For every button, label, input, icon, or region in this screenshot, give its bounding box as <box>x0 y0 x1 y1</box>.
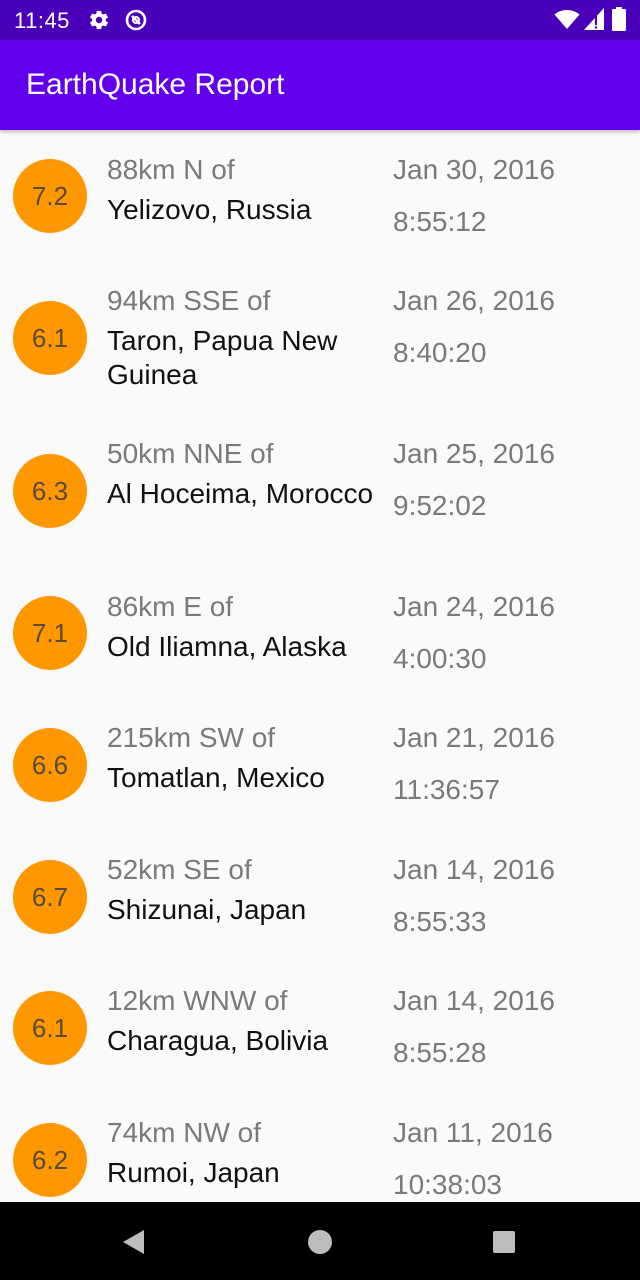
primary-location: Old Iliamna, Alaska <box>107 631 347 662</box>
magnitude-circle: 6.2 <box>13 1123 87 1197</box>
date: Jan 14, 2016 <box>393 854 555 885</box>
status-bar: 11:45 <box>0 0 640 40</box>
time: 9:52:02 <box>393 490 487 521</box>
status-time: 11:45 <box>14 8 70 33</box>
primary-location: Rumoi, Japan <box>107 1157 280 1188</box>
date: Jan 26, 2016 <box>393 285 555 316</box>
location-offset: 52km SE of <box>107 854 252 885</box>
time: 11:36:57 <box>393 774 500 805</box>
primary-location: Charagua, Bolivia <box>107 1025 329 1056</box>
time: 8:40:20 <box>393 337 487 368</box>
gear-icon <box>90 10 108 30</box>
app-bar: EarthQuake Report <box>0 40 640 130</box>
date: Jan 14, 2016 <box>393 985 555 1016</box>
time: 8:55:12 <box>393 206 487 237</box>
magnitude-circle: 6.1 <box>13 991 87 1065</box>
primary-location: Tomatlan, Mexico <box>107 762 325 793</box>
recents-icon[interactable] <box>493 1231 515 1253</box>
back-icon[interactable] <box>120 1228 148 1256</box>
primary-location: Al Hoceima, Morocco <box>107 478 374 509</box>
magnitude-circle: 6.3 <box>13 454 87 528</box>
magnitude-circle: 6.7 <box>13 860 87 934</box>
location-offset: 88km N of <box>107 154 235 185</box>
app-title: EarthQuake Report <box>26 68 285 101</box>
location-offset: 94km SSE of <box>107 285 271 316</box>
date: Jan 30, 2016 <box>393 154 555 185</box>
magnitude-circle: 7.1 <box>13 596 87 670</box>
time: 8:55:28 <box>393 1037 487 1068</box>
location-offset: 215km SW of <box>107 722 276 753</box>
signal-icon <box>584 8 604 30</box>
magnitude-circle: 6.6 <box>13 728 87 802</box>
wifi-icon <box>554 10 580 29</box>
date: Jan 25, 2016 <box>393 438 555 469</box>
location-offset: 12km WNW of <box>107 985 288 1016</box>
earthquake-list[interactable]: 7.2 88km N of Yelizovo, Russia Jan 30, 2… <box>0 130 640 1202</box>
home-icon[interactable] <box>308 1230 332 1254</box>
magnitude-circle: 7.2 <box>13 159 87 233</box>
navigation-bar <box>0 1202 640 1280</box>
battery-icon <box>612 7 626 31</box>
primary-location: Taron, Papua New Guinea <box>107 325 338 390</box>
primary-location: Yelizovo, Russia <box>107 194 312 225</box>
time: 4:00:30 <box>393 643 487 674</box>
location-offset: 86km E of <box>107 591 234 622</box>
location-offset: 74km NW of <box>107 1117 262 1148</box>
primary-location: Shizunai, Japan <box>107 894 307 925</box>
date: Jan 21, 2016 <box>393 722 555 753</box>
time: 10:38:03 <box>393 1169 502 1200</box>
date: Jan 11, 2016 <box>393 1117 553 1148</box>
date: Jan 24, 2016 <box>393 591 555 622</box>
location-offset: 50km NNE of <box>107 438 274 469</box>
sync-icon <box>125 9 147 31</box>
magnitude-circle: 6.1 <box>13 301 87 375</box>
time: 8:55:33 <box>393 906 487 937</box>
